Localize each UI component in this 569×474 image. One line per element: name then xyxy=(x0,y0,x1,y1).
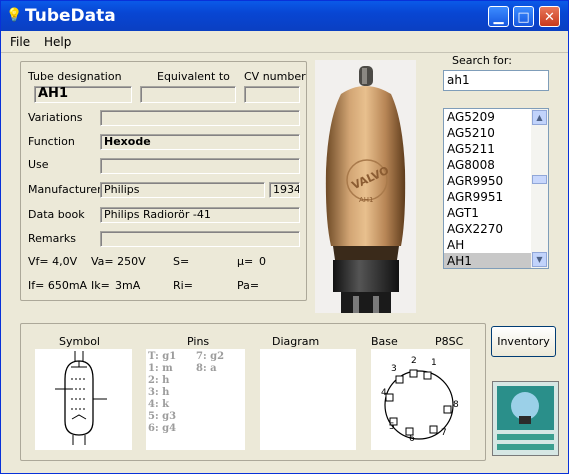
diagram-label: Diagram xyxy=(272,335,320,348)
year-field[interactable]: 1934 xyxy=(269,182,300,198)
base-type: P8SC xyxy=(435,335,464,348)
symbol-panel xyxy=(35,349,132,450)
list-item[interactable]: AGT1 xyxy=(444,205,531,221)
function-field[interactable]: Hexode xyxy=(100,134,300,150)
diagram-panel xyxy=(260,349,356,450)
param-va: Va= 250V xyxy=(91,255,146,268)
search-input[interactable]: ah1 xyxy=(443,70,549,91)
app-window: 💡 TubeData ▁ □ ✕ File Help Tube designat… xyxy=(0,0,569,474)
cv-number-field[interactable] xyxy=(244,86,300,103)
scroll-thumb[interactable] xyxy=(532,175,547,184)
list-item[interactable]: AG5211 xyxy=(444,141,531,157)
base-diagram-icon: 1 2 3 4 5 6 7 8 xyxy=(381,356,459,444)
param-s: S= xyxy=(173,255,190,268)
list-item[interactable]: AG8008 xyxy=(444,157,531,173)
pin-entry: 8: a xyxy=(196,363,217,374)
use-label: Use xyxy=(28,158,49,171)
window-title: TubeData xyxy=(25,6,116,26)
pin-entry: 5: g3 xyxy=(148,411,177,422)
menu-help-label: Help xyxy=(44,35,72,49)
list-item[interactable]: AGX2270 xyxy=(444,221,531,237)
base-pin-number: 4 xyxy=(381,388,387,398)
function-label: Function xyxy=(28,135,75,148)
pin-entry: 1: m xyxy=(148,363,173,374)
list-item[interactable]: AH1 xyxy=(444,253,531,268)
menu-help[interactable]: Help xyxy=(44,35,71,49)
list-item[interactable]: AGR9950 xyxy=(444,173,531,189)
equivalent-label: Equivalent to xyxy=(157,70,230,83)
remarks-label: Remarks xyxy=(28,232,76,245)
base-pin-shape xyxy=(395,375,404,384)
pin-entry: 4: k xyxy=(148,399,170,410)
close-button[interactable]: ✕ xyxy=(539,6,560,27)
symbol-label: Symbol xyxy=(59,335,100,348)
base-pin-number: 1 xyxy=(431,358,437,368)
tube-symbol-icon xyxy=(55,351,107,445)
pins-label: Pins xyxy=(187,335,210,348)
list-item[interactable]: AH xyxy=(444,237,531,253)
pins-panel: T: g1 1: m 2: h 3: h 4: k 5: g3 6: g4 7: g2 8: … xyxy=(146,349,245,450)
base-pin-number: 6 xyxy=(409,434,415,444)
param-ri: Ri= xyxy=(173,279,193,292)
pin-entry: 6: g4 xyxy=(148,423,177,434)
base-pin-shape xyxy=(443,405,452,414)
base-panel: 1 2 3 4 5 6 7 8 xyxy=(371,349,470,450)
inventory-button[interactable]: Inventory xyxy=(491,326,556,357)
param-ik: Ik= xyxy=(91,279,110,292)
base-pin-shape xyxy=(385,393,394,402)
minimize-button[interactable]: ▁ xyxy=(488,6,509,27)
tube-photo: VALVO AH1 xyxy=(315,60,416,313)
pin-entry: 3: h xyxy=(148,387,170,398)
param-mu: µ= xyxy=(237,255,254,268)
base-pin-shape xyxy=(423,371,432,380)
manufacturer-label: Manufacturer xyxy=(28,183,102,196)
base-pin-number: 3 xyxy=(391,364,397,374)
remarks-field[interactable] xyxy=(100,231,300,247)
tube-designation-label: Tube designation xyxy=(28,70,122,83)
equivalent-field[interactable] xyxy=(140,86,236,103)
param-pa: Pa= xyxy=(237,279,260,292)
base-label: Base xyxy=(371,335,398,348)
param-vf: Vf= 4,0V xyxy=(28,255,78,268)
base-pin-shape xyxy=(429,425,438,434)
tube-designation-field[interactable]: AH1 xyxy=(34,86,132,103)
app-logo xyxy=(492,381,559,456)
databook-label: Data book xyxy=(28,208,85,221)
menu-file[interactable]: File xyxy=(10,35,30,49)
pin-entry: 2: h xyxy=(148,375,170,386)
search-label: Search for: xyxy=(452,54,512,67)
list-item[interactable]: AG5209 xyxy=(444,109,531,125)
variations-field[interactable] xyxy=(100,110,300,126)
param-mu-value: 0 xyxy=(259,255,266,268)
variations-label: Variations xyxy=(28,111,83,124)
databook-field[interactable]: Philips Radiorör -41 xyxy=(100,207,300,223)
list-scrollbar[interactable]: ▲ ▼ xyxy=(531,109,548,268)
scroll-down-icon[interactable]: ▼ xyxy=(532,252,547,267)
cv-number-label: CV number xyxy=(244,70,306,83)
use-field[interactable] xyxy=(100,158,300,174)
base-pin-shape xyxy=(409,369,418,378)
param-if: If= 650mA xyxy=(28,279,88,292)
manufacturer-field[interactable]: Philips xyxy=(100,182,265,198)
tube-type-text: AH1 xyxy=(359,196,374,204)
base-pin-number: 7 xyxy=(441,428,447,438)
lightbulb-icon: 💡 xyxy=(6,8,23,23)
param-ik-value: 3mA xyxy=(115,279,141,292)
base-pin-number: 8 xyxy=(453,400,459,410)
tube-list[interactable]: AG5209 AG5210 AG5211 AG8008 AGR9950 AGR9951 AG… xyxy=(443,108,549,269)
title-bar[interactable]: 💡 TubeData ▁ □ ✕ xyxy=(1,1,568,31)
pin-entry: T: g1 xyxy=(148,351,177,362)
pin-entry: 7: g2 xyxy=(196,351,225,362)
base-pin-number: 2 xyxy=(411,356,417,366)
base-pin-number: 5 xyxy=(389,422,395,432)
list-item[interactable]: AGR9951 xyxy=(444,189,531,205)
list-item[interactable]: AG5210 xyxy=(444,125,531,141)
maximize-button[interactable]: □ xyxy=(513,6,534,27)
scroll-up-icon[interactable]: ▲ xyxy=(532,110,547,125)
menu-file-label: File xyxy=(10,35,31,49)
menu-bar: File Help xyxy=(1,31,568,53)
